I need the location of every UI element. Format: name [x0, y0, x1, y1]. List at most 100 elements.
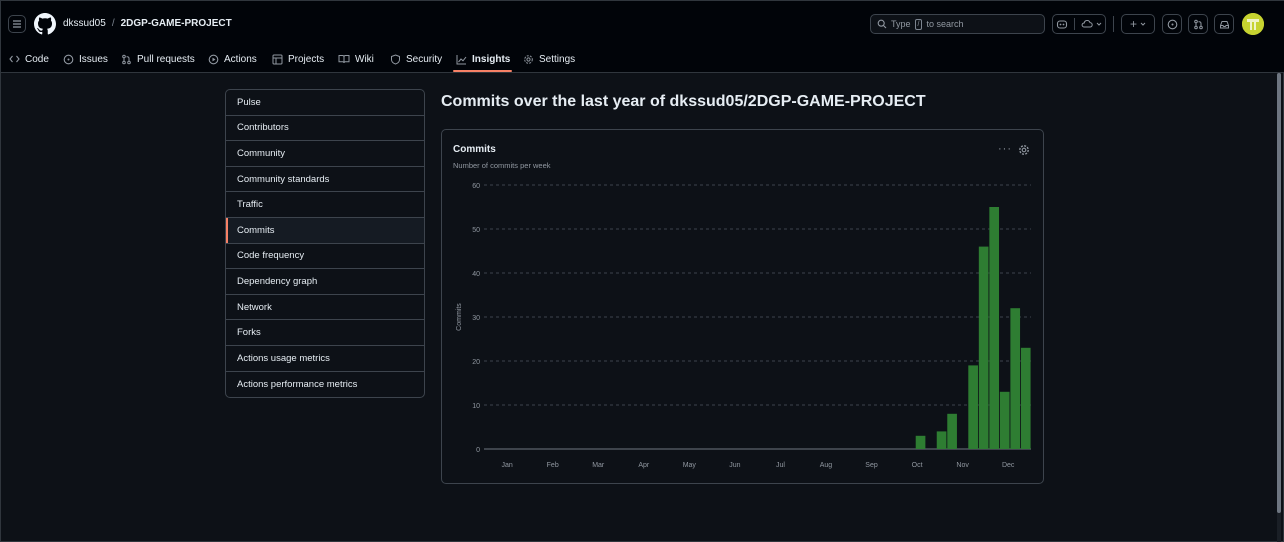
tab-actions[interactable]: Actions	[208, 50, 257, 68]
sidebar-item-actions-usage-metrics[interactable]: Actions usage metrics	[226, 346, 424, 372]
hamburger-icon	[13, 20, 21, 28]
search-suffix: to search	[926, 19, 964, 29]
tab-code-label: Code	[25, 53, 49, 65]
tab-wiki[interactable]: Wiki	[338, 50, 374, 68]
tab-pull-requests-label: Pull requests	[137, 53, 195, 65]
tab-issues[interactable]: Issues	[63, 50, 108, 68]
search-input[interactable]: Type / to search	[870, 14, 1045, 34]
play-icon	[208, 54, 219, 64]
create-new-button[interactable]: +	[1121, 14, 1155, 34]
pull-request-icon	[122, 54, 131, 64]
inbox-button[interactable]	[1214, 14, 1234, 34]
x-tick-label: Nov	[956, 462, 969, 469]
tab-wiki-label: Wiki	[355, 53, 374, 65]
x-tick-label: Sep	[865, 462, 878, 469]
inbox-icon	[1219, 20, 1229, 28]
book-icon	[338, 55, 350, 64]
copilot-button[interactable]	[1052, 14, 1106, 34]
bar	[1020, 347, 1031, 449]
cloud-icon	[1081, 20, 1093, 28]
bar	[968, 365, 978, 449]
sidebar-item-actions-performance-metrics[interactable]: Actions performance metrics	[226, 372, 424, 398]
tab-pull-requests[interactable]: Pull requests	[121, 50, 195, 68]
avatar[interactable]	[1242, 13, 1264, 35]
tab-projects[interactable]: Projects	[272, 50, 324, 68]
tab-issues-label: Issues	[79, 53, 108, 65]
repo-link[interactable]: 2DGP-GAME-PROJECT	[121, 18, 232, 29]
chevron-down-icon	[1096, 22, 1102, 26]
chevron-down-icon	[1140, 22, 1146, 26]
sidebar-item-forks[interactable]: Forks	[226, 320, 424, 346]
x-tick-label: Jul	[776, 462, 785, 469]
gear-icon	[524, 54, 533, 64]
breadcrumb-separator: /	[111, 18, 115, 29]
bar	[978, 246, 989, 449]
graph-icon	[456, 54, 467, 64]
avatar-image-icon	[1242, 13, 1264, 35]
tab-code[interactable]: Code	[9, 50, 49, 68]
y-tick-label: 20	[472, 359, 480, 366]
x-tick-label: May	[683, 462, 697, 469]
bar	[936, 431, 947, 449]
sidebar-item-community-standards[interactable]: Community standards	[226, 167, 424, 193]
insights-sidebar: Pulse Contributors Community Community s…	[225, 89, 425, 399]
search-shortcut-key: /	[914, 18, 923, 30]
y-tick-label: 40	[472, 271, 480, 278]
issue-icon	[63, 54, 74, 64]
sidebar-item-community[interactable]: Community	[226, 141, 424, 167]
code-icon	[9, 55, 20, 63]
bar	[915, 435, 926, 449]
pull-requests-button[interactable]	[1188, 14, 1208, 34]
bar	[989, 207, 1000, 449]
sidebar-item-commits[interactable]: Commits	[226, 217, 424, 244]
issues-button[interactable]	[1162, 14, 1182, 34]
owner-link[interactable]: dkssud05	[63, 18, 106, 29]
global-header: dkssud05 / 2DGP-GAME-PROJECT Type / to sea…	[1, 1, 1284, 73]
y-axis-label: Commits	[456, 303, 463, 331]
table-icon	[272, 54, 283, 64]
y-tick-label: 50	[472, 227, 480, 234]
sidebar-item-dependency-graph[interactable]: Dependency graph	[226, 269, 424, 295]
search-prefix: Type	[891, 19, 911, 29]
x-tick-label: Apr	[638, 462, 650, 469]
y-tick-label: 10	[472, 403, 480, 410]
pull-request-icon	[1193, 19, 1203, 29]
sidebar-item-pulse[interactable]: Pulse	[226, 90, 424, 116]
x-tick-label: Feb	[547, 462, 559, 469]
repo-nav-tabs: Code Issues Pull requests Actions Projec…	[1, 45, 1284, 73]
sidebar-item-contributors[interactable]: Contributors	[226, 116, 424, 142]
tab-security-label: Security	[406, 53, 443, 65]
page-title: Commits over the last year of dkssud05/2…	[441, 93, 926, 111]
tab-settings[interactable]: Settings	[523, 50, 575, 68]
menu-button[interactable]	[8, 15, 26, 33]
y-tick-label: 0	[476, 447, 480, 454]
sidebar-item-code-frequency[interactable]: Code frequency	[226, 244, 424, 270]
sidebar-item-traffic[interactable]: Traffic	[226, 192, 424, 218]
copilot-divider	[1074, 18, 1075, 30]
tab-insights[interactable]: Insights	[456, 50, 510, 68]
active-tab-indicator	[453, 70, 512, 72]
breadcrumb: dkssud05 / 2DGP-GAME-PROJECT	[63, 18, 232, 29]
y-tick-label: 60	[472, 183, 480, 190]
bar	[947, 413, 957, 449]
shield-icon	[391, 53, 400, 65]
commits-bar-chart: 0 10 20 30 40 50 60 Commits Jan Feb Mar Apr May Jun Ju…	[456, 183, 1031, 469]
top-bar: dkssud05 / 2DGP-GAME-PROJECT Type / to sea…	[1, 1, 1284, 45]
tab-insights-label: Insights	[472, 53, 511, 65]
scrollbar-thumb[interactable]	[1277, 73, 1281, 513]
tab-projects-label: Projects	[288, 53, 325, 65]
github-logo-icon[interactable]	[34, 13, 56, 35]
x-tick-label: Aug	[820, 462, 833, 469]
bar	[999, 391, 1010, 449]
x-tick-label: Jan	[501, 462, 512, 469]
search-icon	[877, 19, 887, 29]
issue-icon	[1167, 19, 1177, 29]
x-tick-label: Jun	[729, 462, 740, 469]
page-scrollbar[interactable]	[1277, 73, 1281, 542]
y-tick-label: 30	[472, 315, 480, 322]
sidebar-item-network[interactable]: Network	[226, 295, 424, 321]
page-title-prefix: Commits over the last year of	[441, 93, 666, 110]
tab-security[interactable]: Security	[390, 50, 442, 68]
x-tick-label: Mar	[592, 462, 605, 469]
copilot-icon	[1056, 19, 1068, 29]
